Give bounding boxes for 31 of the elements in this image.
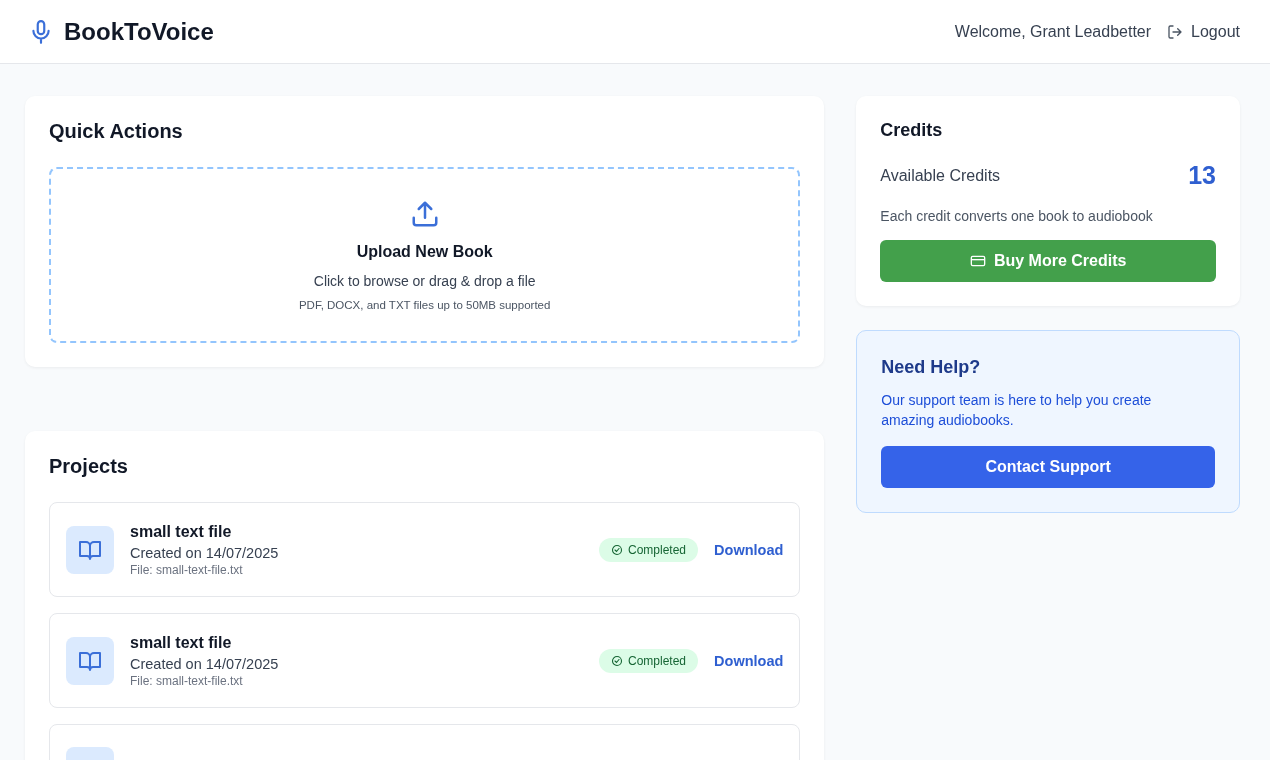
brand-name: BookToVoice [64,17,214,46]
project-name: small text file [130,633,233,652]
upload-formats: PDF, DOCX, and TXT files up to 50MB supported [298,299,551,311]
credits-note: Each credit converts one book to audiobook [880,208,1154,224]
credits-label: Available Credits [880,166,1001,185]
help-title: Need Help? [881,357,982,378]
check-circle-icon [611,654,623,667]
project-name: small text file [130,522,233,541]
download-link[interactable]: Download [714,652,784,669]
check-circle-icon [611,543,623,556]
credit-card-icon [969,253,986,269]
status-badge: Completed [599,537,699,562]
status-badge: Completed [599,648,699,673]
project-file: File: small-text-file.txt [130,673,244,688]
upload-title: Upload New Book [356,243,493,261]
project-date: Created on 14/07/2025 [130,655,280,672]
help-text: Our support team is here to help you create amazing audiobooks. [881,391,1153,430]
buy-credits-button[interactable]: Buy More Credits [880,240,1216,282]
upload-hint: Click to browse or drag & drop a file [313,273,536,289]
section-title: Projects [49,455,129,478]
logout-icon [1167,23,1184,40]
project-file: File: small-text-file.txt [130,562,244,577]
download-link[interactable]: Download [714,541,784,558]
contact-support-button[interactable]: Contact Support [881,446,1215,488]
upload-dropzone[interactable]: Upload New Book Click to browse or drag & drop a file PDF, DOCX, and TXT files up to 50MB supported [49,167,801,343]
credits-count: 13 [1188,161,1216,190]
section-title: Credits [880,120,944,141]
project-date: Created on 14/07/2025 [130,544,280,561]
logout-button[interactable]: Logout [1167,22,1240,41]
welcome-text: Welcome, Grant Leadbetter [954,22,1152,41]
section-title: Quick Actions [49,120,184,143]
